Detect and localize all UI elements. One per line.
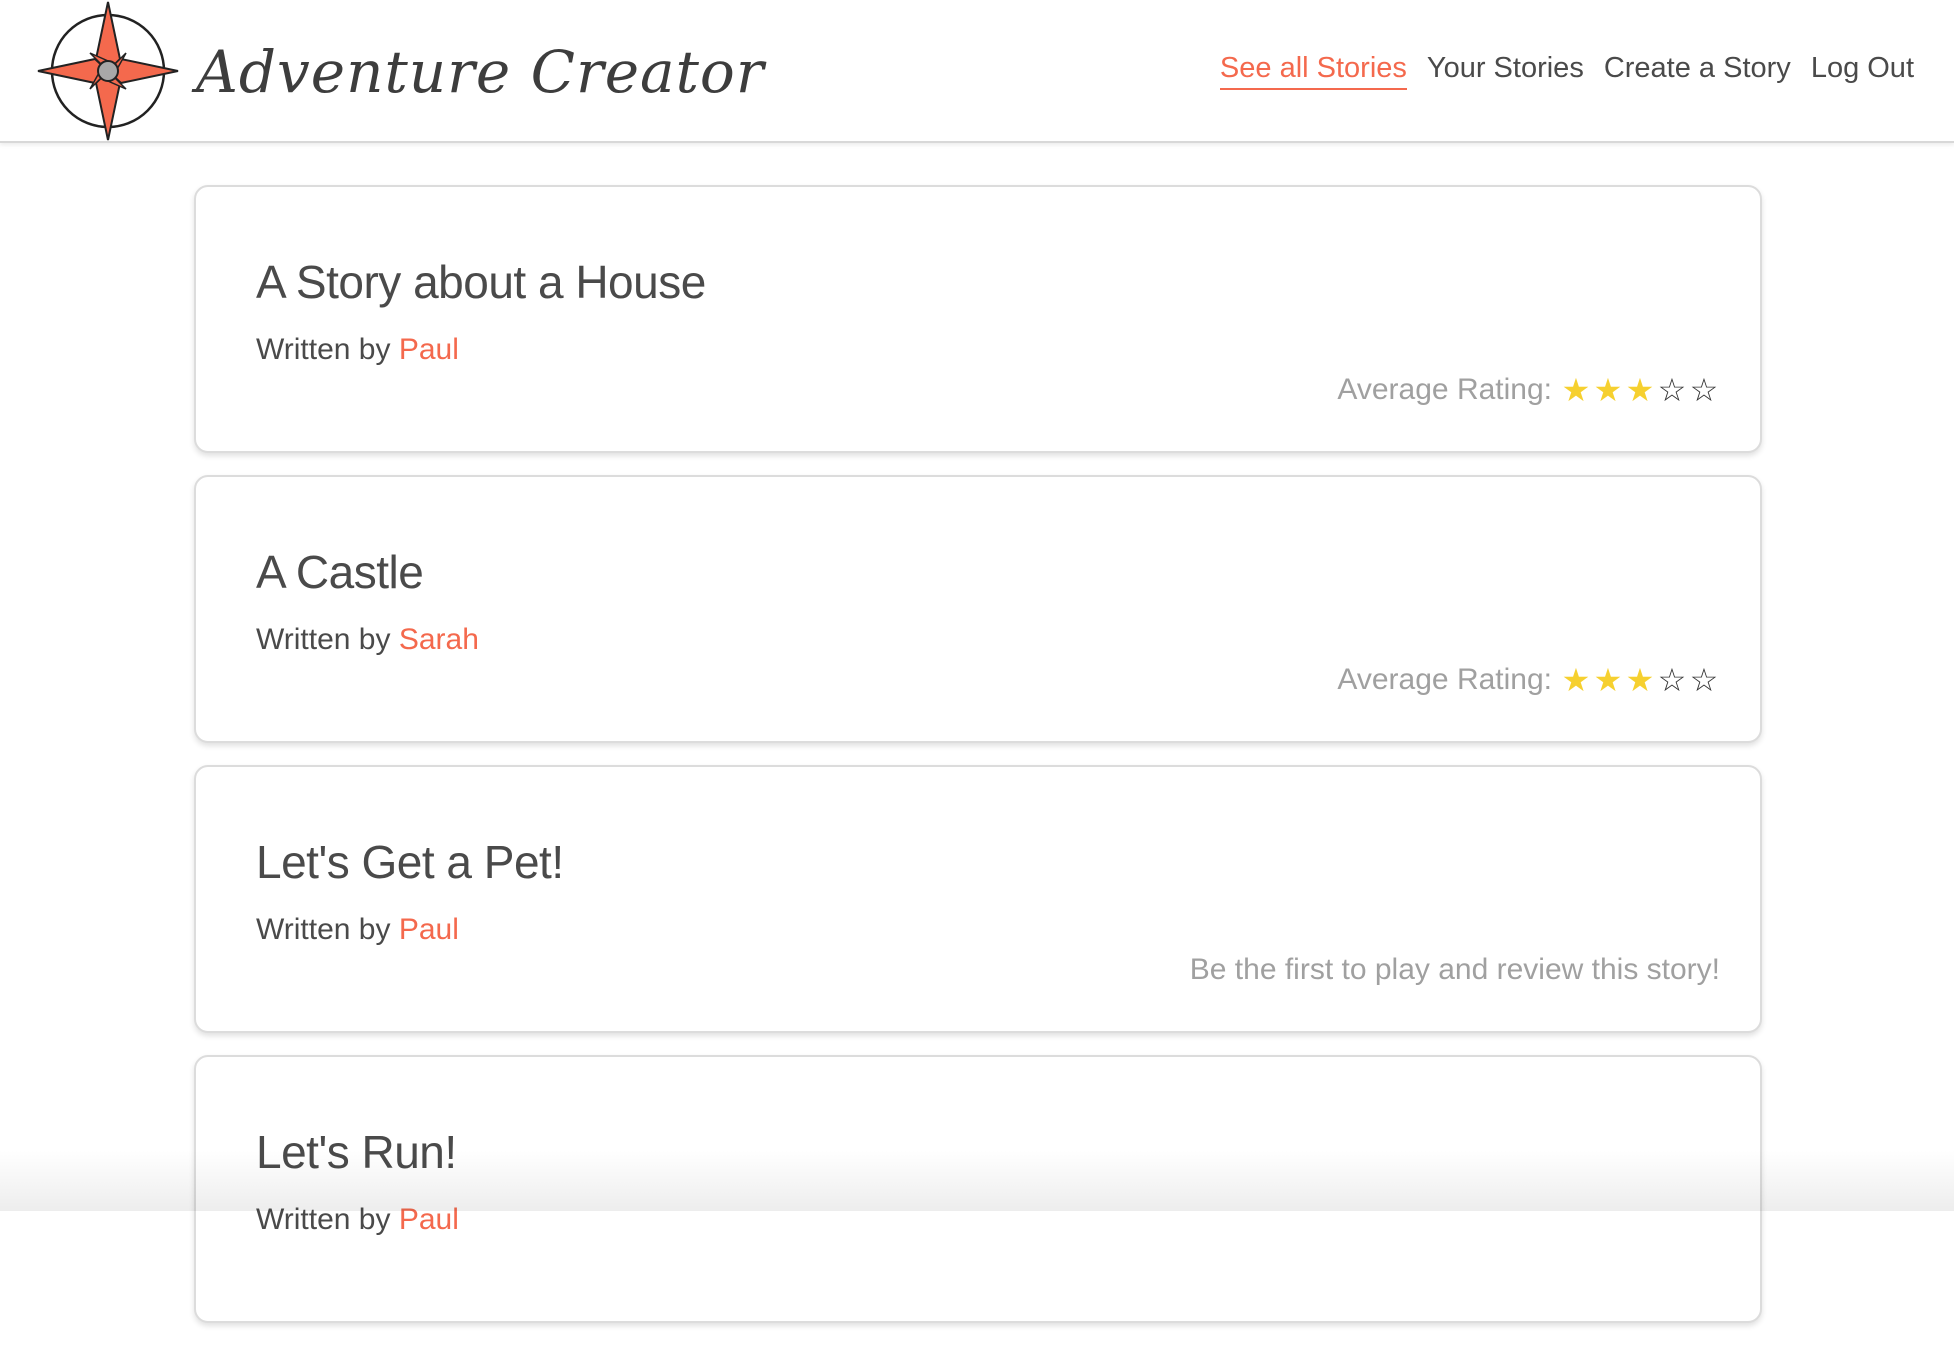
author-link[interactable]: Paul — [399, 913, 459, 946]
compass-rose-icon — [37, 1, 179, 141]
star-empty-icon: ☆ — [1657, 661, 1687, 699]
star-empty-icon: ☆ — [1657, 371, 1687, 409]
nav-create-a-story[interactable]: Create a Story — [1604, 48, 1791, 90]
byline-prefix: Written by — [256, 623, 391, 656]
story-byline: Written by Paul — [256, 1203, 459, 1237]
author-link[interactable]: Paul — [399, 1203, 459, 1236]
brand-home-link[interactable]: Adventure Creator — [34, 0, 765, 143]
story-title: A Castle — [256, 546, 424, 598]
main-nav: See all Stories Your Stories Create a St… — [1219, 48, 1914, 90]
nav-your-stories[interactable]: Your Stories — [1427, 48, 1584, 90]
story-title: A Story about a House — [256, 256, 706, 308]
story-card[interactable]: A Castle Written by Sarah Average Rating… — [194, 475, 1762, 743]
rating-stars: ★ ★ ★ ☆ ☆ — [1560, 664, 1720, 696]
star-empty-icon: ☆ — [1689, 371, 1719, 409]
first-review-prompt: Be the first to play and review this sto… — [1189, 953, 1720, 986]
story-byline: Written by Paul — [256, 333, 459, 367]
rating-stars: ★ ★ ★ ☆ ☆ — [1560, 374, 1720, 406]
nav-log-out[interactable]: Log Out — [1811, 48, 1914, 90]
star-filled-icon: ★ — [1625, 371, 1655, 409]
star-filled-icon: ★ — [1561, 371, 1591, 409]
star-filled-icon: ★ — [1561, 661, 1591, 699]
star-filled-icon: ★ — [1593, 371, 1623, 409]
author-link[interactable]: Paul — [399, 333, 459, 366]
story-card[interactable]: A Story about a House Written by Paul Av… — [194, 185, 1762, 453]
brand-name: Adventure Creator — [196, 37, 765, 106]
author-link[interactable]: Sarah — [399, 623, 479, 656]
rating-label: Average Rating: — [1337, 373, 1552, 406]
average-rating: Average Rating: ★ ★ ★ ☆ ☆ — [1337, 373, 1720, 407]
story-card[interactable]: Let's Get a Pet! Written by Paul Be the … — [194, 765, 1762, 1033]
average-rating: Average Rating: ★ ★ ★ ☆ ☆ — [1337, 663, 1720, 697]
star-filled-icon: ★ — [1593, 661, 1623, 699]
byline-prefix: Written by — [256, 913, 391, 946]
story-list: A Story about a House Written by Paul Av… — [194, 185, 1762, 1345]
byline-prefix: Written by — [256, 333, 391, 366]
story-card[interactable]: Let's Run! Written by Paul — [194, 1055, 1762, 1323]
story-byline: Written by Sarah — [256, 623, 479, 657]
star-filled-icon: ★ — [1625, 661, 1655, 699]
story-byline: Written by Paul — [256, 913, 459, 947]
story-title: Let's Get a Pet! — [256, 836, 564, 888]
star-empty-icon: ☆ — [1689, 661, 1719, 699]
story-title: Let's Run! — [256, 1126, 457, 1178]
rating-label: Average Rating: — [1337, 663, 1552, 696]
top-navbar: Adventure Creator See all Stories Your S… — [0, 0, 1954, 143]
byline-prefix: Written by — [256, 1203, 391, 1236]
nav-see-all-stories[interactable]: See all Stories — [1219, 48, 1407, 90]
